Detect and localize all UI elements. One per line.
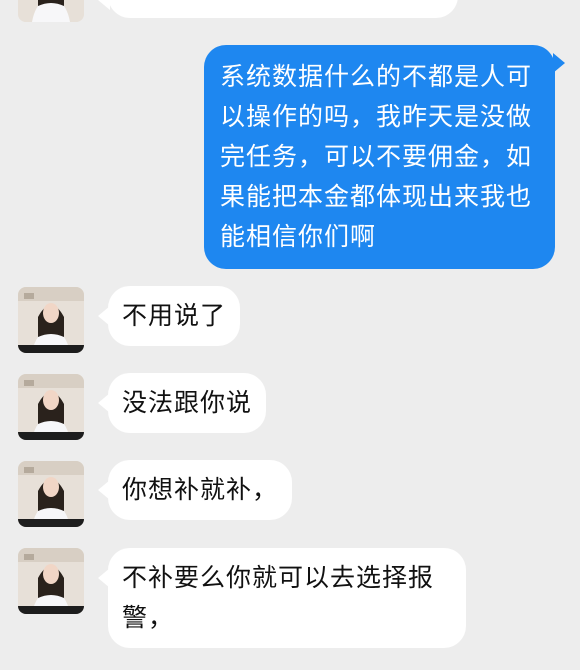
- message-text: 没法跟你说: [122, 388, 253, 417]
- avatar-photo: [18, 287, 84, 353]
- message-bubble-incoming[interactable]: 你想补就补，: [97, 460, 293, 520]
- chat-view: 系统数据什么的不都是人可 以操作的吗，我昨天是没做 完任务，可以不要佣金，如 果…: [0, 0, 580, 670]
- avatar-photo: [18, 374, 84, 440]
- message-text: 不补要么你就可以去选择报 警，: [122, 563, 435, 632]
- message-text: 你想补就补，: [122, 475, 279, 504]
- message-text: 不用说了: [122, 301, 227, 330]
- avatar[interactable]: [18, 0, 84, 22]
- message-bubble-incoming[interactable]: [98, 0, 458, 18]
- avatar[interactable]: [18, 548, 84, 614]
- avatar[interactable]: [18, 287, 84, 353]
- avatar[interactable]: [18, 374, 84, 440]
- message-bubble-incoming[interactable]: 不用说了: [97, 286, 241, 346]
- avatar-photo: [18, 548, 84, 614]
- avatar[interactable]: [18, 461, 84, 527]
- avatar-photo: [18, 0, 84, 22]
- avatar-photo: [18, 461, 84, 527]
- message-bubble-outgoing[interactable]: 系统数据什么的不都是人可 以操作的吗，我昨天是没做 完任务，可以不要佣金，如 果…: [204, 45, 565, 269]
- message-text: 系统数据什么的不都是人可 以操作的吗，我昨天是没做 完任务，可以不要佣金，如 果…: [220, 62, 533, 251]
- message-bubble-incoming[interactable]: 不补要么你就可以去选择报 警，: [98, 548, 466, 648]
- message-bubble-incoming[interactable]: 没法跟你说: [97, 373, 267, 433]
